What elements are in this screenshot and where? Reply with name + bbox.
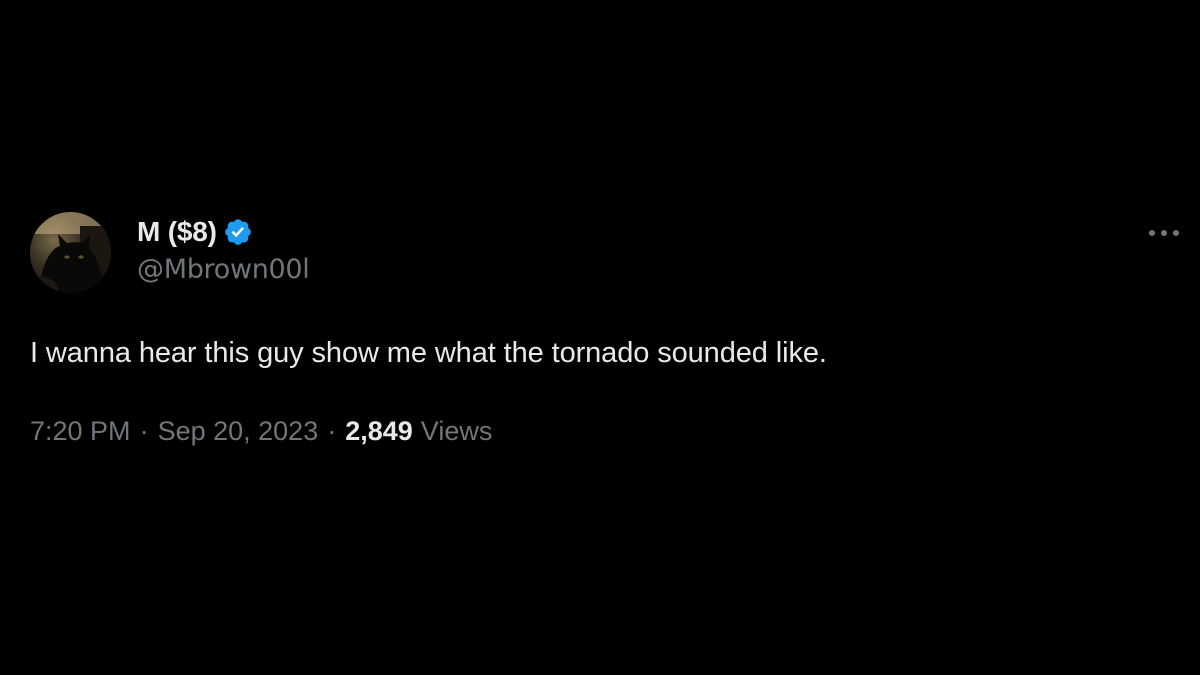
- views-count[interactable]: 2,849: [345, 416, 413, 447]
- tweet-metadata: 7:20 PM · Sep 20, 2023 · 2,849 Views: [30, 416, 492, 447]
- tweet-text: I wanna hear this guy show me what the t…: [30, 337, 827, 369]
- black-cat-avatar-icon: [30, 212, 111, 293]
- tweet-card: M ($8) @Mbrown00l I wanna hear this guy …: [0, 0, 1200, 675]
- more-options-button[interactable]: [1144, 218, 1184, 248]
- more-dots-icon: [1149, 230, 1179, 236]
- separator-dot: ·: [327, 416, 337, 446]
- views-label: Views: [420, 416, 493, 446]
- tweet-time[interactable]: 7:20 PM: [30, 416, 131, 447]
- author-handle[interactable]: @Mbrown00l: [137, 254, 310, 285]
- separator-dot: ·: [139, 416, 149, 446]
- verified-badge-icon[interactable]: [223, 217, 253, 247]
- tweet-date[interactable]: Sep 20, 2023: [158, 416, 319, 447]
- avatar[interactable]: [30, 212, 111, 293]
- display-name[interactable]: M ($8): [137, 216, 217, 248]
- author-name-row: M ($8): [137, 214, 253, 250]
